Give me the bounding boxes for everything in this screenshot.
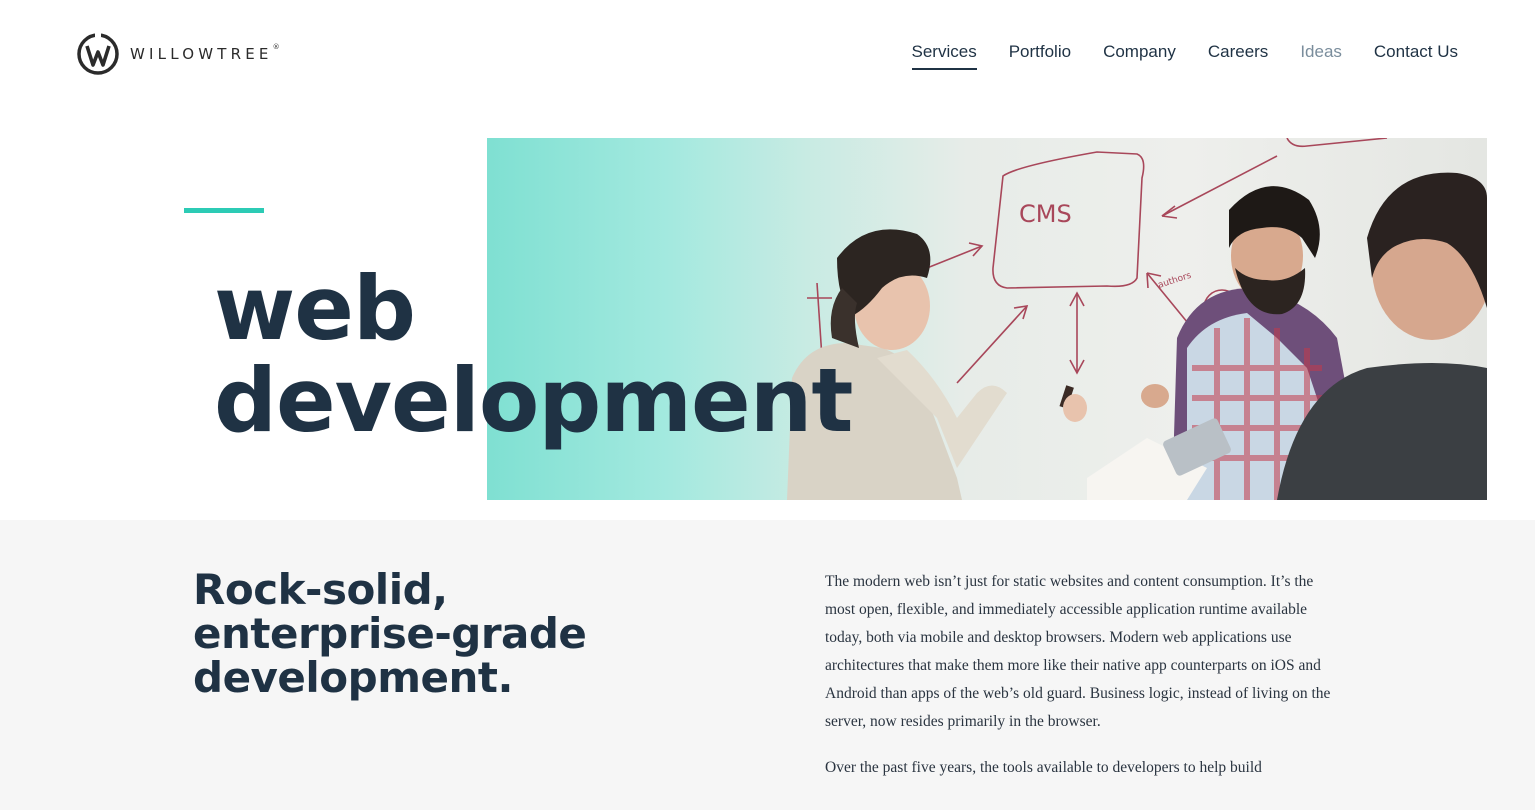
willowtree-logo-icon	[77, 32, 119, 75]
nav-careers[interactable]: Careers	[1208, 42, 1268, 70]
nav-portfolio[interactable]: Portfolio	[1009, 42, 1071, 70]
hero-section: CMS authors web development	[0, 105, 1535, 520]
intro-section: Rock-solid, enterprise-grade development…	[0, 520, 1535, 810]
main-nav: Services Portfolio Company Careers Ideas…	[880, 42, 1458, 70]
intro-paragraph: Over the past five years, the tools avai…	[825, 759, 1262, 776]
intro-paragraph: The modern web isn’t just for static web…	[825, 573, 1331, 730]
brand-logo[interactable]: WILLOWTREE®	[76, 32, 280, 76]
hero-accent-bar	[184, 208, 264, 213]
page-title-line2: development	[214, 349, 853, 452]
brand-wordmark: WILLOWTREE®	[130, 43, 280, 63]
whiteboard-authors-text: authors	[1157, 271, 1193, 291]
nav-services[interactable]: Services	[911, 42, 977, 70]
intro-heading: Rock-solid, enterprise-grade development…	[193, 565, 587, 702]
whiteboard-cms-text: CMS	[1019, 200, 1072, 228]
nav-ideas[interactable]: Ideas	[1300, 42, 1342, 70]
nav-company[interactable]: Company	[1103, 42, 1176, 70]
intro-body: The modern web isn’t just for static web…	[825, 568, 1345, 800]
nav-contact-us[interactable]: Contact Us	[1374, 42, 1458, 70]
page-title: web development	[214, 257, 853, 452]
site-header: WILLOWTREE® Services Portfolio Company C…	[0, 0, 1535, 105]
page-title-line1: web	[214, 257, 416, 360]
